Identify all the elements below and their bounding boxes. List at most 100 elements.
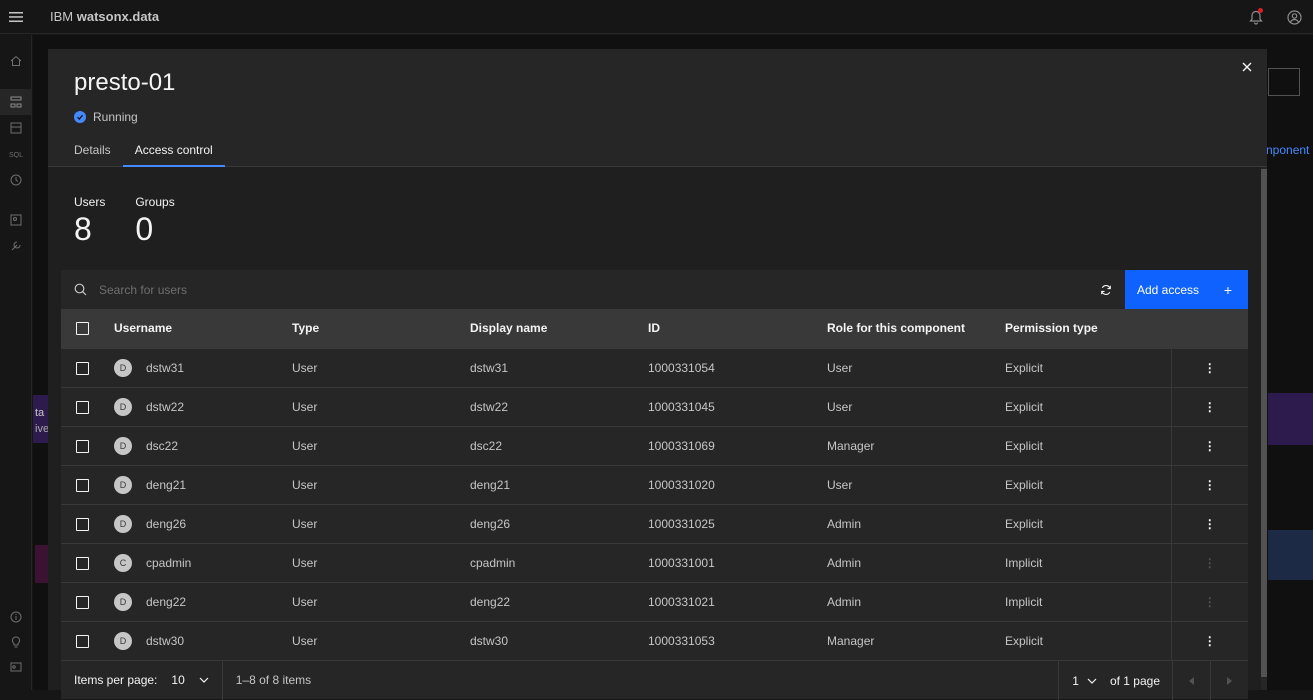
access-control-icon[interactable]	[0, 207, 32, 233]
row-checkbox[interactable]	[76, 595, 89, 609]
row-checkbox[interactable]	[76, 517, 89, 531]
users-count-label: Users	[74, 195, 106, 209]
modal-scrollbar[interactable]	[1261, 167, 1267, 690]
app-brand[interactable]: IBM watsonx.data	[50, 9, 159, 24]
caret-right-icon	[1227, 676, 1232, 685]
hamburger-menu-icon[interactable]	[0, 0, 32, 34]
page-controls: 1 of 1 page	[1058, 661, 1248, 700]
permission-cell: Explicit	[1005, 438, 1044, 453]
background-tile	[33, 395, 48, 443]
table-row: Ddeng22 User deng22 1000331021 Admin Imp…	[61, 582, 1248, 621]
search-input[interactable]	[99, 282, 999, 297]
id-cell: 1000331045	[648, 399, 715, 414]
username: dstw30	[146, 633, 185, 648]
row-actions-cell: ⋮	[1170, 621, 1248, 660]
table-toolbar: Add access +	[61, 270, 1248, 309]
info-icon[interactable]	[0, 604, 32, 630]
scrollbar-thumb[interactable]	[1261, 169, 1267, 677]
access-table: Username Type Display name ID Role for t…	[61, 309, 1248, 660]
table-row: Ddeng21 User deng21 1000331020 User Expl…	[61, 465, 1248, 504]
type-cell: User	[292, 360, 318, 375]
previous-page-button[interactable]	[1172, 661, 1210, 700]
row-checkbox[interactable]	[76, 556, 89, 570]
display-name-cell: dstw22	[470, 399, 509, 414]
row-checkbox[interactable]	[76, 361, 89, 375]
row-select-cell	[61, 504, 114, 543]
background-panel-right	[1268, 530, 1313, 580]
side-nav: SQL	[0, 35, 32, 690]
home-icon[interactable]	[0, 48, 32, 74]
overflow-menu-icon[interactable]: ⋮	[1203, 401, 1217, 413]
header-display-name: Display name	[470, 321, 548, 336]
display-name-cell: cpadmin	[470, 555, 516, 570]
type-cell: User	[292, 594, 318, 609]
infrastructure-icon[interactable]	[0, 89, 32, 115]
role-cell: Admin	[827, 594, 862, 609]
overflow-menu-icon[interactable]: ⋮	[1203, 362, 1217, 374]
chevron-down-icon	[199, 677, 209, 683]
type-cell: User	[292, 516, 318, 531]
tab-access-control[interactable]: Access control	[122, 137, 225, 167]
username-cell: Ddeng22	[114, 582, 292, 621]
username-cell: Ddsc22	[114, 426, 292, 465]
overflow-menu-icon: ⋮	[1203, 594, 1216, 609]
row-select-cell	[61, 387, 114, 426]
username-cell: Ddeng26	[114, 504, 292, 543]
header-username: Username	[114, 321, 173, 336]
caret-left-icon	[1189, 676, 1194, 685]
overflow-menu-icon[interactable]: ⋮	[1203, 440, 1217, 452]
row-checkbox[interactable]	[76, 634, 89, 648]
type-cell: User	[292, 438, 318, 453]
user-avatar-icon[interactable]	[1275, 0, 1313, 34]
row-actions-cell: ⋮	[1170, 504, 1248, 543]
history-icon[interactable]	[0, 167, 32, 193]
row-select-cell	[61, 465, 114, 504]
avatar: D	[114, 631, 132, 650]
username-cell: Ddstw22	[114, 387, 292, 426]
header-id: ID	[648, 321, 660, 336]
row-actions-cell: ⋮	[1170, 426, 1248, 465]
username: deng26	[146, 516, 187, 531]
page-number-select[interactable]: 1	[1058, 661, 1110, 700]
header-permission-type: Permission type	[1005, 321, 1098, 336]
pagination-bar: Items per page: 10 1–8 of 8 items 1 of 1…	[61, 660, 1248, 700]
type-cell: User	[292, 477, 318, 492]
overflow-menu-icon[interactable]: ⋮	[1203, 635, 1217, 647]
row-select-cell	[61, 426, 114, 465]
select-all-checkbox[interactable]	[76, 322, 89, 336]
data-manager-icon[interactable]	[0, 115, 32, 141]
username-cell: Ccpadmin	[114, 543, 292, 582]
background-tile-right	[1268, 393, 1313, 445]
row-select-cell	[61, 621, 114, 660]
close-icon[interactable]	[1237, 57, 1257, 77]
table-row: Ddstw22 User dstw22 1000331045 User Expl…	[61, 387, 1248, 426]
pagination-divider	[221, 660, 223, 700]
next-page-button[interactable]	[1210, 661, 1248, 700]
role-cell: User	[827, 477, 853, 492]
notification-badge	[1258, 8, 1263, 13]
row-checkbox[interactable]	[76, 439, 89, 453]
sql-icon[interactable]: SQL	[0, 141, 32, 167]
add-access-button[interactable]: Add access +	[1125, 270, 1248, 309]
configurations-icon[interactable]	[0, 233, 32, 259]
display-name-cell: deng22	[470, 594, 511, 609]
permission-cell: Explicit	[1005, 399, 1044, 414]
role-cell: User	[827, 399, 853, 414]
row-checkbox[interactable]	[76, 400, 89, 414]
display-name-cell: deng21	[470, 477, 511, 492]
overflow-menu-icon[interactable]: ⋮	[1203, 479, 1217, 491]
notification-icon[interactable]	[1237, 0, 1275, 34]
id-card-icon[interactable]	[0, 654, 32, 680]
users-count-value: 8	[74, 211, 92, 247]
groups-count-value: 0	[135, 211, 154, 247]
id-cell: 1000331025	[648, 516, 715, 531]
lightbulb-icon[interactable]	[0, 629, 32, 655]
tab-details[interactable]: Details	[62, 137, 123, 167]
row-checkbox[interactable]	[76, 478, 89, 492]
refresh-icon[interactable]	[1087, 270, 1125, 309]
row-actions-cell: ⋮	[1170, 387, 1248, 426]
table-row: Ddsc22 User dsc22 1000331069 Manager Exp…	[61, 426, 1248, 465]
items-per-page-select[interactable]: 10	[171, 673, 209, 687]
overflow-menu-icon[interactable]: ⋮	[1203, 518, 1217, 530]
access-table-container: Add access + Username Type Display name …	[61, 270, 1248, 700]
